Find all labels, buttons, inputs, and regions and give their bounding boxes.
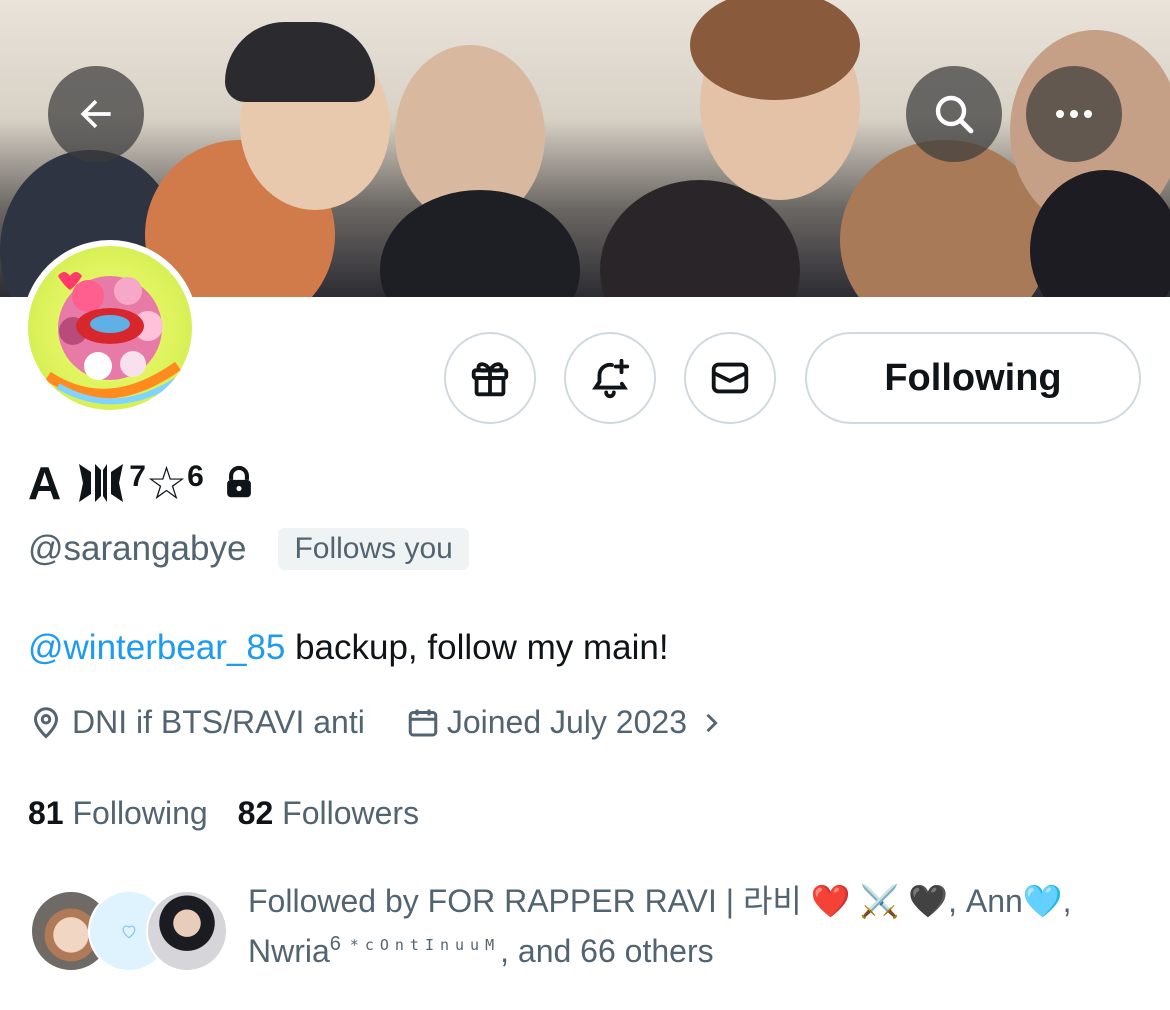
- avatar-image: [28, 246, 192, 410]
- location-text: DNI if BTS/RAVI anti: [72, 704, 365, 740]
- joined-date[interactable]: Joined July 2023: [405, 704, 725, 741]
- handle: @sarangabye: [28, 529, 247, 568]
- handle-row: @sarangabye Follows you: [28, 528, 469, 570]
- lock-icon: [226, 465, 251, 498]
- envelope-icon: [711, 362, 749, 394]
- back-button[interactable]: [48, 66, 144, 162]
- arrow-left-icon: [80, 99, 111, 129]
- following-count-link[interactable]: 81 Following: [28, 795, 208, 832]
- followers-count-link[interactable]: 82 Followers: [238, 795, 419, 832]
- location-pin-icon: [33, 706, 59, 739]
- chevron-right-icon: [706, 713, 718, 732]
- display-name-sup: 7: [129, 460, 146, 493]
- followed-by-text[interactable]: Followed by FOR RAPPER RAVI | 라비 ❤️ ⚔️ 🖤…: [248, 876, 1128, 982]
- search-icon: [935, 95, 974, 134]
- notify-button[interactable]: [564, 332, 656, 424]
- calendar-icon: [408, 709, 438, 736]
- following-button[interactable]: Following: [805, 332, 1141, 424]
- display-name: A 7 ☆ 6: [28, 448, 258, 518]
- gift-button[interactable]: [444, 332, 536, 424]
- follow-counts: 81 Following 82 Followers: [28, 795, 419, 832]
- followed-by-prefix: Followed by FOR RAPPER RAVI | 라비: [248, 883, 811, 919]
- follows-you-badge: Follows you: [278, 528, 469, 570]
- display-name-sup: 6: [187, 460, 204, 493]
- following-label: Following: [63, 795, 208, 831]
- followed-by-emoji: 🩵: [1022, 883, 1063, 919]
- followed-by-stylized: *cOntInuuM: [349, 936, 501, 954]
- followed-by-emojis: ❤️ ⚔️ 🖤: [810, 883, 949, 919]
- followed-by-name: , Ann: [948, 883, 1023, 919]
- bio: @winterbear_85 backup, follow my main!: [28, 628, 669, 668]
- joined-text: Joined July 2023: [446, 704, 687, 740]
- followed-by-separator: ,: [1062, 883, 1072, 919]
- followed-by-sup: 6: [329, 933, 341, 955]
- bell-plus-icon: [592, 358, 630, 399]
- followers-count: 82: [237, 795, 274, 831]
- followers-label: Followers: [273, 795, 420, 831]
- banner-photo-figure: [225, 22, 375, 102]
- message-button[interactable]: [684, 332, 776, 424]
- followed-by-others: , and 66 others: [500, 933, 714, 969]
- bio-mention-link[interactable]: @winterbear_85: [28, 628, 285, 667]
- heart-outline-icon: [122, 925, 136, 939]
- profile-avatar[interactable]: [22, 240, 198, 416]
- more-button[interactable]: [1026, 66, 1122, 162]
- location: DNI if BTS/RAVI anti: [28, 704, 365, 741]
- following-count: 81: [28, 795, 64, 831]
- followed-by-name: Nwria: [248, 933, 330, 969]
- follower-avatar: [146, 890, 228, 972]
- gift-icon: [471, 362, 509, 397]
- followed-by-avatars[interactable]: [30, 890, 228, 974]
- display-name-star: ☆: [145, 457, 188, 509]
- bio-text: backup, follow my main!: [285, 628, 669, 667]
- flower-wreath-artwork: [45, 272, 185, 405]
- more-horizontal-icon: [1056, 110, 1092, 118]
- double-bracket-symbol: [79, 464, 124, 502]
- profile-banner[interactable]: [0, 0, 1170, 297]
- display-name-text: A: [28, 457, 62, 509]
- search-button[interactable]: [906, 66, 1002, 162]
- profile-meta: DNI if BTS/RAVI anti Joined July 2023: [28, 704, 725, 741]
- banner-photo-figure: [380, 190, 580, 297]
